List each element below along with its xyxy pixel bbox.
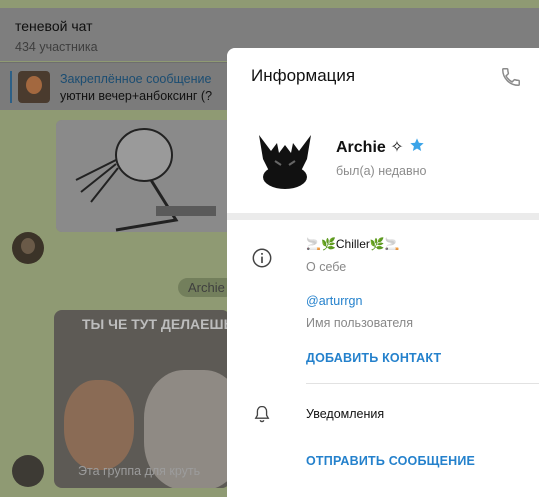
sender-avatar-2[interactable] (12, 455, 44, 487)
photo-face (64, 380, 134, 470)
chat-title: теневой чат (15, 18, 93, 34)
photo-bottom-text: Эта группа для круть (78, 464, 201, 478)
star-icon (410, 138, 424, 151)
profile-avatar[interactable] (249, 123, 321, 195)
profile-status: был(а) недавно (336, 164, 427, 178)
info-icon (252, 248, 272, 268)
username-link[interactable]: @arturrgn (306, 294, 362, 308)
bio-label: О себе (306, 260, 347, 274)
send-message-button[interactable]: ОТПРАВИТЬ СООБЩЕНИЕ (306, 454, 475, 468)
phone-icon[interactable] (500, 66, 522, 88)
meme-image[interactable] (56, 120, 232, 232)
info-panel: Информация Archie ✧ был(а) недавно 🚬🌿Chi… (227, 48, 539, 497)
profile-name: Archie ✧ (336, 137, 404, 157)
pinned-title: Закреплённое сообщение (60, 72, 212, 86)
bio-text: 🚬🌿Chiller🌿🚬 (306, 237, 400, 251)
profile-name-text: Archie (336, 139, 386, 156)
details-card: 🚬🌿Chiller🌿🚬 О себе @arturrgn Имя пользов… (227, 220, 539, 497)
sender-avatar[interactable] (12, 232, 44, 264)
pinned-text: уютни вечер+анбоксинг (? (60, 89, 213, 103)
notifications-toggle[interactable]: Уведомления (306, 407, 384, 421)
add-contact-button[interactable]: ДОБАВИТЬ КОНТАКТ (306, 351, 441, 365)
username-label: Имя пользователя (306, 316, 413, 330)
bell-icon (254, 405, 270, 423)
panel-title: Информация (251, 66, 356, 85)
photo-caption: ТЫ ЧЕ ТУТ ДЕЛАЕШЬ (82, 316, 230, 332)
pinned-bar (10, 71, 12, 103)
profile-card: Информация Archie ✧ был(а) недавно (227, 48, 539, 213)
divider (306, 383, 539, 384)
chat-member-count: 434 участника (15, 40, 98, 54)
photo-message[interactable]: ТЫ ЧЕ ТУТ ДЕЛАЕШЬ Эта группа для круть (54, 310, 230, 488)
profile-name-symbol: ✧ (390, 139, 404, 156)
pinned-thumbnail (18, 71, 50, 103)
